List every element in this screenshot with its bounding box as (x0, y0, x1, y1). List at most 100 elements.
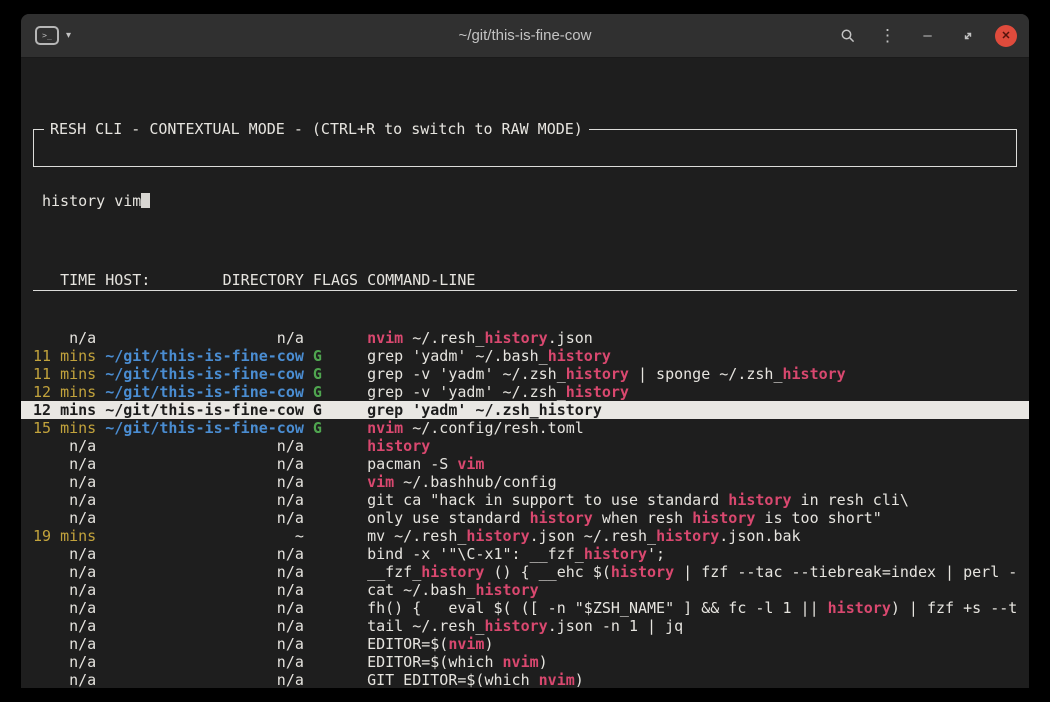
command-text: .json (548, 329, 593, 347)
close-button[interactable]: ✕ (995, 25, 1017, 47)
row-flags: G (313, 365, 358, 383)
row-time: n/a (33, 329, 96, 347)
history-row[interactable]: n/an/apacman -S vim (33, 455, 1017, 473)
row-time: 11 mins (33, 347, 96, 365)
row-flags (313, 671, 358, 688)
history-row[interactable]: 11 mins~/git/this-is-fine-cowGgrep -v 'y… (33, 365, 1017, 383)
history-row[interactable]: n/an/aonly use standard history when res… (33, 509, 1017, 527)
history-row[interactable]: 11 mins~/git/this-is-fine-cowGgrep 'yadm… (33, 347, 1017, 365)
restore-button[interactable] (955, 23, 980, 48)
row-command: EDITOR=$(nvim) (367, 635, 1017, 653)
header-directory: DIRECTORY (223, 271, 304, 289)
match-highlight: nvim (367, 419, 403, 437)
match-highlight: history (530, 509, 593, 527)
row-time: n/a (33, 653, 96, 671)
row-command: nvim ~/.config/resh.toml (367, 419, 1017, 437)
row-command: cat ~/.bash_history (367, 581, 1017, 599)
header-command: COMMAND-LINE (367, 271, 1017, 289)
history-row[interactable]: n/a n/a cat ~/.bash_history (33, 581, 1017, 599)
history-row[interactable]: 15 mins~/git/this-is-fine-cowGnvim ~/.co… (33, 419, 1017, 437)
row-host-directory: n/a (105, 545, 304, 563)
history-row[interactable]: n/an/avim ~/.bashhub/config (33, 473, 1017, 491)
command-text: '; (647, 545, 665, 563)
search-icon (840, 28, 856, 44)
command-text: fh() { eval $( ([ -n "$ZSH_NAME" ] && fc… (367, 599, 828, 617)
row-command: mv ~/.resh_history.json ~/.resh_history.… (367, 527, 1017, 545)
command-text: in resh cli\ (792, 491, 909, 509)
row-flags (313, 329, 358, 347)
search-query-text: history vim (42, 192, 141, 210)
header-host: HOST: (105, 271, 150, 289)
app-menu-button[interactable]: >_ ▾ (35, 26, 71, 45)
command-text: grep -v 'yadm' ~/.zsh_ (367, 365, 566, 383)
row-host-directory: n/a (105, 329, 304, 347)
history-row[interactable]: 12 mins~/git/this-is-fine-cowGgrep -v 'y… (33, 383, 1017, 401)
match-highlight: history (466, 527, 529, 545)
row-time: n/a (33, 509, 96, 527)
row-time: 12 mins (33, 383, 96, 401)
row-host-directory: n/a (105, 617, 304, 635)
row-flags (313, 437, 358, 455)
row-time: n/a (33, 581, 96, 599)
history-row[interactable]: n/an/agit ca "hack in support to use sta… (33, 491, 1017, 509)
row-flags (313, 527, 358, 545)
history-row[interactable]: n/an/ahistory (33, 437, 1017, 455)
kebab-icon: ⋮ (879, 26, 896, 46)
match-highlight: history (548, 347, 611, 365)
row-host-directory: n/a (105, 509, 304, 527)
history-row[interactable]: n/a n/a bind -x '"\C-x1": __fzf_history'; (33, 545, 1017, 563)
history-row[interactable]: n/an/aEDITOR=$(which nvim) (33, 653, 1017, 671)
restore-icon (961, 29, 975, 43)
minimize-button[interactable]: – (915, 23, 940, 48)
row-time: n/a (33, 491, 96, 509)
history-row[interactable]: 19 mins~mv ~/.resh_history.json ~/.resh_… (33, 527, 1017, 545)
row-time: 15 mins (33, 419, 96, 437)
row-host-directory: n/a (105, 599, 304, 617)
history-row[interactable]: n/an/a__fzf_history () { __ehc $(history… (33, 563, 1017, 581)
command-text: ~/.resh_ (403, 329, 484, 347)
row-time: n/a (33, 437, 96, 455)
command-text: ~/.config/resh.toml (403, 419, 584, 437)
command-text: __fzf_ (367, 563, 421, 581)
history-row[interactable]: n/a n/a fh() { eval $( ([ -n "$ZSH_NAME" ]… (33, 599, 1017, 617)
row-host-directory: n/a (105, 653, 304, 671)
row-command: vim ~/.bashhub/config (367, 473, 1017, 491)
match-highlight: history (367, 437, 430, 455)
history-row[interactable]: n/an/atail ~/.resh_history.json -n 1 | j… (33, 617, 1017, 635)
close-icon: ✕ (1001, 29, 1010, 42)
search-button[interactable] (835, 23, 860, 48)
terminal-app-icon: >_ (35, 26, 59, 45)
row-host-directory: n/a (105, 671, 304, 688)
match-highlight: nvim (367, 329, 403, 347)
menu-button[interactable]: ⋮ (875, 23, 900, 48)
history-table: TIME HOST: DIRECTORY FLAGS COMMAND-LINE … (33, 221, 1017, 688)
row-time: n/a (33, 599, 96, 617)
minimize-icon: – (923, 27, 931, 44)
row-host-directory: ~ (105, 527, 304, 545)
history-row[interactable]: n/an/aGIT_EDITOR=$(which nvim) (33, 671, 1017, 688)
match-highlight: history (611, 563, 674, 581)
row-command: bind -x '"\C-x1": __fzf_history'; (367, 545, 1017, 563)
row-flags (313, 599, 358, 617)
command-text: () { __ehc $( (484, 563, 610, 581)
command-text: .json.bak (719, 527, 800, 545)
row-flags (313, 581, 358, 599)
command-text: EDITOR=$(which (367, 653, 502, 671)
table-rows: n/an/anvim ~/.resh_history.json11 mins~/… (33, 329, 1017, 688)
row-command: fh() { eval $( ([ -n "$ZSH_NAME" ] && fc… (367, 599, 1017, 617)
history-row[interactable]: n/an/aEDITOR=$(nvim) (33, 635, 1017, 653)
row-time: n/a (33, 545, 96, 563)
history-row[interactable]: n/a n/a nvim ~/.resh_history.json (33, 329, 1017, 347)
command-text: ~/.bashhub/config (394, 473, 557, 491)
row-command: nvim ~/.resh_history.json (367, 329, 1017, 347)
header-flags: FLAGS (313, 271, 358, 289)
row-command: grep -v 'yadm' ~/.zsh_history | sponge ~… (367, 365, 1017, 383)
match-highlight: history (539, 401, 602, 419)
command-text: grep -v 'yadm' ~/.zsh_ (367, 383, 566, 401)
search-input[interactable]: history vim (42, 192, 1008, 210)
row-command: tail ~/.resh_history.json -n 1 | jq (367, 617, 1017, 635)
command-text: mv ~/.resh_ (367, 527, 466, 545)
row-command: pacman -S vim (367, 455, 1017, 473)
history-row-selected[interactable]: 12 mins~/git/this-is-fine-cowGgrep 'yadm… (21, 401, 1029, 419)
row-host-directory: n/a (105, 581, 304, 599)
